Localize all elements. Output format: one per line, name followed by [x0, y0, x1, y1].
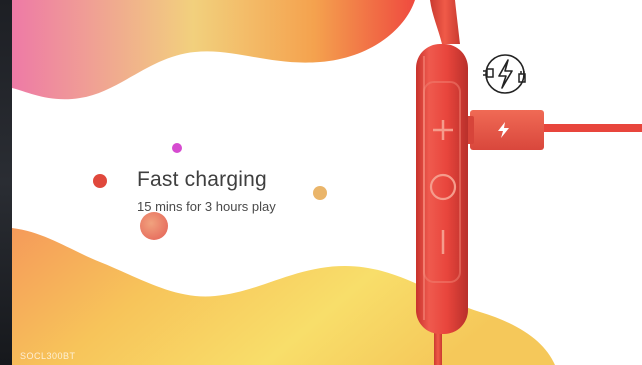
circle-button-icon[interactable]	[428, 172, 458, 202]
minus-icon[interactable]	[437, 228, 449, 256]
hero-banner: Fast charging 15 mins for 3 hours play S…	[0, 0, 642, 365]
feature-title: Fast charging	[137, 168, 267, 191]
feature-subtitle: 15 mins for 3 hours play	[137, 199, 276, 214]
plus-icon[interactable]	[430, 117, 456, 143]
model-label: SOCL300BT	[20, 351, 76, 361]
bottom-cable	[434, 330, 442, 365]
charging-cable	[540, 124, 642, 132]
earphone-remote	[416, 0, 642, 365]
plug-lightning-icon	[483, 54, 526, 94]
top-cable	[430, 0, 460, 44]
lightning-bolt-icon	[498, 122, 509, 138]
